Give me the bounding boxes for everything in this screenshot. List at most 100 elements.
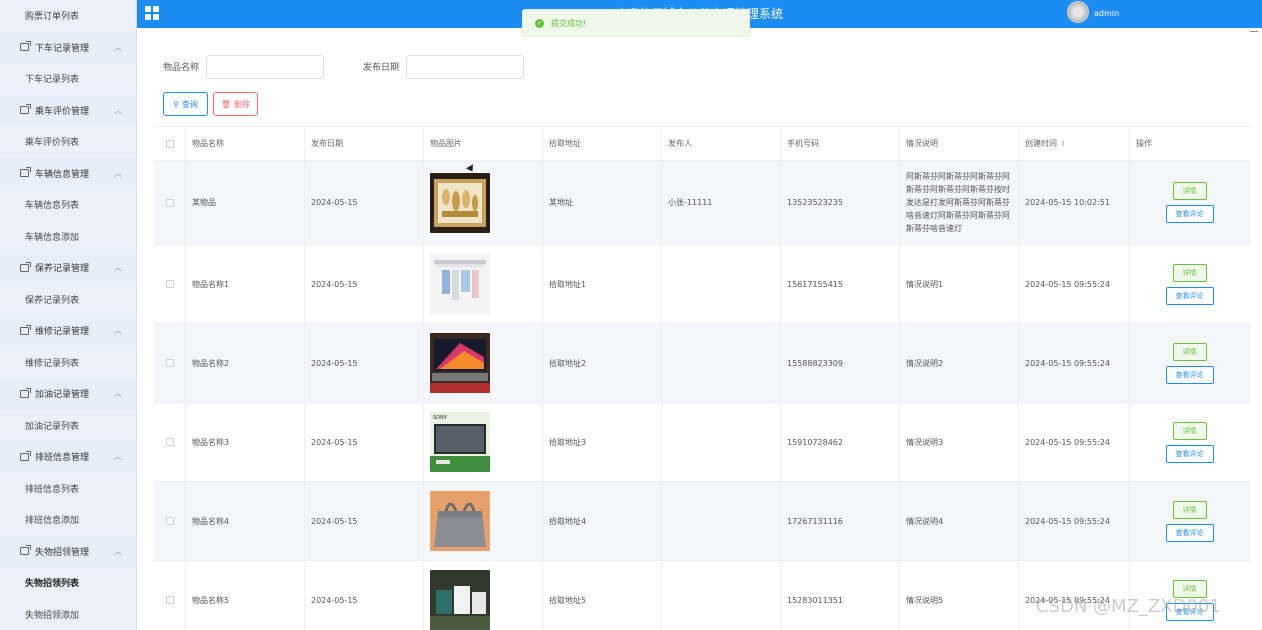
column-header: 拾取地址 [543, 127, 662, 160]
sidebar-group-repair[interactable]: 维修记录管理 ︿ [0, 315, 136, 347]
sidebar-item-refuel-list[interactable]: 加油记录列表 [0, 410, 136, 442]
row-checkbox[interactable] [165, 198, 174, 207]
sidebar-item-lost-found-list[interactable]: 失物招领列表 [0, 567, 136, 599]
delete-button-label: 删除 [234, 99, 251, 109]
detail-button[interactable]: 详情 [1172, 579, 1207, 598]
sidebar-item-dropoff-list[interactable]: 下车记录列表 [0, 63, 136, 95]
sidebar-item-vehicle-add[interactable]: 车辆信息添加 [0, 221, 136, 253]
item-thumbnail-mugs[interactable] [430, 570, 490, 630]
detail-button[interactable]: 详情 [1172, 182, 1207, 200]
column-header: 情况说明 [900, 127, 1019, 160]
external-link-icon [20, 450, 31, 461]
cell-created-time: 2024-05-15 10:02:51 [1019, 161, 1130, 244]
sidebar-group-label: 加油记录管理 [35, 390, 90, 401]
chevron-up-icon: ︿ [114, 452, 122, 462]
view-reviews-button[interactable]: 查看评论 [1165, 523, 1214, 542]
cell-publisher [662, 403, 781, 481]
item-thumbnail-tv[interactable]: SONY [430, 412, 490, 472]
sidebar-item-maintenance-list[interactable]: 保养记录列表 [0, 284, 136, 316]
admin-username[interactable]: admin [1094, 9, 1119, 18]
sidebar-group-label: 乘车评价管理 [35, 106, 90, 117]
app-root: 购票订单列表 下车记录管理 ︿ 下车记录列表 乘车评价管理 ︿ 乘车评价列表 车辆信… [0, 0, 1262, 630]
sort-icon[interactable]: ⇕ [1060, 140, 1066, 148]
sidebar-item-repair-list[interactable]: 维修记录列表 [0, 347, 136, 379]
column-header-created[interactable]: 创建时间 ⇕ [1019, 127, 1130, 160]
sidebar-group-label: 下车记录管理 [35, 43, 90, 54]
select-all-cell [154, 127, 186, 160]
external-link-icon [20, 167, 31, 178]
cell-actions: 详情 查看评论 [1130, 324, 1249, 402]
sidebar-item-ride-review-list[interactable]: 乘车评价列表 [0, 126, 136, 158]
cell-actions: 详情 查看评论 [1130, 245, 1249, 323]
sidebar-item-lost-found-add[interactable]: 失物招领添加 [0, 599, 136, 630]
query-button[interactable]: ⚲ 查询 [163, 92, 208, 116]
cell-description: 情况说明2 [900, 324, 1019, 402]
sidebar-item-label: 维修记录列表 [25, 358, 80, 369]
external-link-icon [20, 545, 31, 556]
view-reviews-button[interactable]: 查看评论 [1165, 444, 1214, 463]
sidebar-item-ticket-orders[interactable]: 购票订单列表 [0, 0, 136, 32]
column-header-label: 创建时间 [1025, 139, 1057, 148]
sidebar-group-maintenance[interactable]: 保养记录管理 ︿ [0, 252, 136, 284]
chevron-up-icon: ︿ [114, 546, 122, 556]
sidebar-group-dropoff[interactable]: 下车记录管理 ︿ [0, 31, 136, 63]
avatar[interactable] [1067, 1, 1089, 23]
detail-button[interactable]: 详情 [1172, 500, 1207, 519]
view-reviews-button[interactable]: 查看评论 [1165, 205, 1214, 223]
sidebar-group-vehicle[interactable]: 车辆信息管理 ︿ [0, 157, 136, 189]
item-thumbnail-bag[interactable] [430, 491, 490, 551]
cell-publisher [662, 324, 781, 402]
publish-date-label: 发布日期 [363, 63, 400, 73]
table-row: 物品名称1 2024-05-15 拾取地址1 15617155415 情况说明1… [154, 245, 1250, 324]
item-thumbnail-rack[interactable] [430, 254, 490, 314]
cell-publisher: 小张-11111 [662, 161, 781, 244]
view-reviews-button[interactable]: 查看评论 [1165, 365, 1214, 384]
cell-publish-date: 2024-05-15 [305, 324, 424, 402]
item-thumbnail-laptop[interactable] [430, 333, 490, 393]
detail-button[interactable]: 详情 [1172, 421, 1207, 440]
sidebar-group-refuel[interactable]: 加油记录管理 ︿ [0, 378, 136, 410]
external-link-icon [20, 104, 31, 115]
cell-phone: 17267131116 [781, 482, 900, 560]
item-name-input[interactable] [206, 55, 324, 79]
sidebar-item-vehicle-list[interactable]: 车辆信息列表 [0, 189, 136, 221]
sidebar-item-schedule-add[interactable]: 排班信息添加 [0, 504, 136, 536]
cell-phone: 15283011351 [781, 561, 900, 630]
cell-created-time: 2024-05-15 09:55:24 [1019, 403, 1130, 481]
row-checkbox[interactable] [165, 517, 174, 525]
menu-grid-icon[interactable] [145, 6, 159, 20]
detail-button[interactable]: 详情 [1172, 263, 1207, 282]
sidebar-group-label: 排班信息管理 [35, 453, 90, 464]
column-header: 发布人 [662, 127, 781, 160]
publish-date-input[interactable] [406, 55, 524, 79]
cell-phone: 15617155415 [781, 245, 900, 323]
cell-publisher [662, 245, 781, 323]
select-all-checkbox[interactable] [165, 139, 174, 148]
sidebar-group-ride-review[interactable]: 乘车评价管理 ︿ [0, 94, 136, 126]
row-checkbox[interactable] [165, 359, 174, 367]
cell-item-name: 物品名称1 [186, 245, 305, 323]
row-checkbox[interactable] [165, 280, 174, 288]
thumb-brand-text: SONY [433, 415, 448, 421]
row-checkbox[interactable] [165, 596, 174, 604]
sidebar-item-schedule-list[interactable]: 排班信息列表 [0, 473, 136, 505]
external-link-icon [20, 41, 31, 52]
main-content: 物品名称 发布日期 ⚲ 查询 🗑 删除 物品名称 发布日期 物品图片 拾取地址 发布… [137, 28, 1262, 630]
row-checkbox[interactable] [165, 438, 174, 446]
sidebar-group-schedule[interactable]: 排班信息管理 ︿ [0, 441, 136, 473]
chevron-up-icon: ︿ [114, 168, 122, 178]
sidebar-item-label: 排班信息列表 [25, 484, 80, 495]
item-thumbnail-giftbox[interactable] [430, 172, 490, 233]
table-row: 某物品 2024-05-15 某地址 小张-11111 13523523235 … [154, 161, 1250, 245]
scroll-indicator [1250, 31, 1258, 32]
sidebar: 购票订单列表 下车记录管理 ︿ 下车记录列表 乘车评价管理 ︿ 乘车评价列表 车辆信… [0, 0, 137, 630]
cell-publish-date: 2024-05-15 [305, 482, 424, 560]
delete-button[interactable]: 🗑 删除 [213, 92, 258, 116]
item-name-label: 物品名称 [163, 63, 200, 73]
external-link-icon [20, 324, 31, 335]
trash-icon: 🗑 [220, 99, 232, 109]
cell-pickup-address: 拾取地址2 [543, 324, 662, 402]
detail-button[interactable]: 详情 [1172, 342, 1207, 361]
sidebar-group-lost-found[interactable]: 失物招领管理 ︿ [0, 535, 136, 567]
view-reviews-button[interactable]: 查看评论 [1165, 286, 1214, 305]
